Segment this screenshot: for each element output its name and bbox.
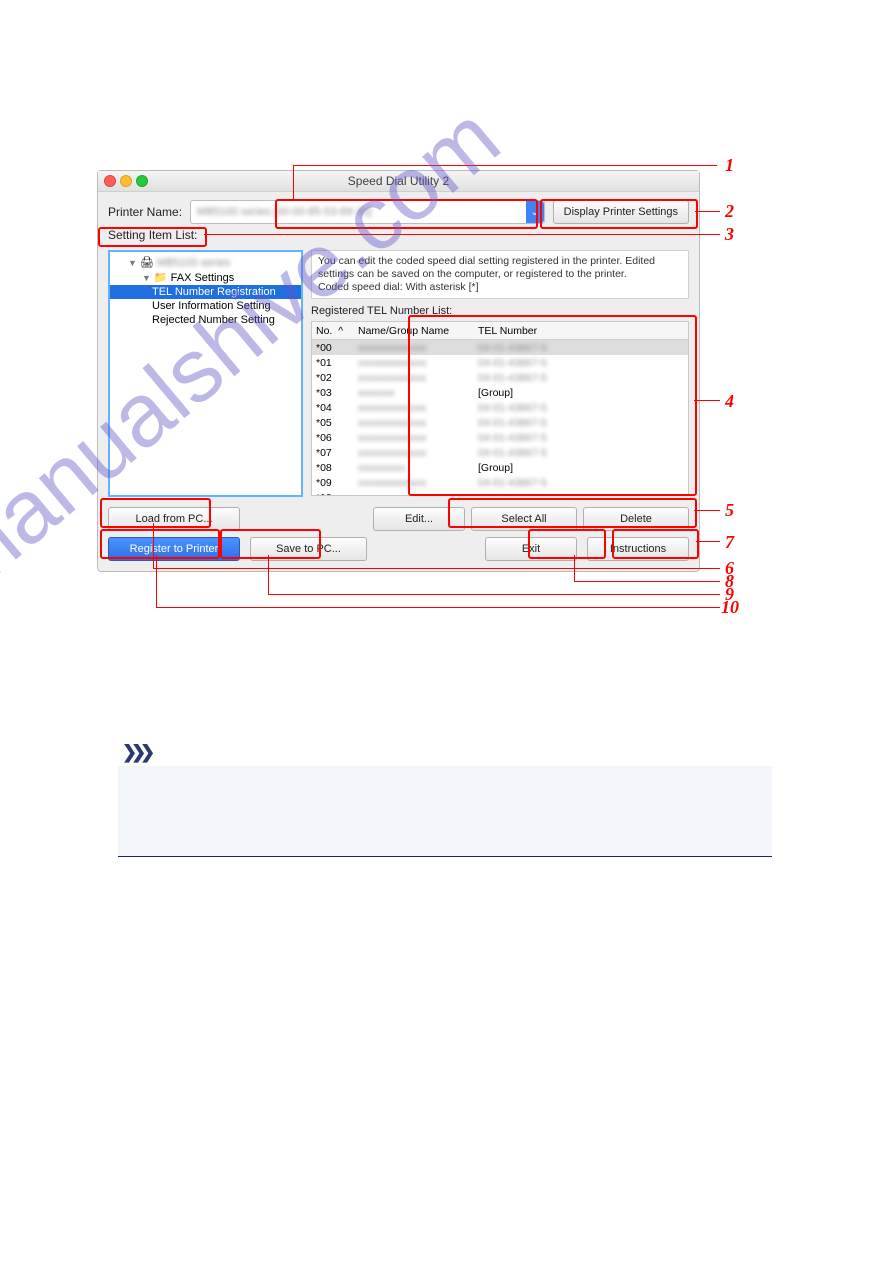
table-row[interactable]: *03xxxxxxx[Group]	[312, 385, 688, 400]
callout-number-5: 5	[725, 500, 734, 521]
printer-name-select[interactable]: MB5100 series [00-00-85-53-89-30] ⌄	[190, 200, 545, 224]
setting-item-list-label: Setting Item List:	[98, 228, 699, 246]
note-body	[118, 766, 772, 856]
app-window: Speed Dial Utility 2 Printer Name: MB510…	[97, 170, 700, 572]
note-bottom-rule	[118, 856, 772, 857]
callout-number-2: 2	[725, 201, 734, 222]
display-printer-settings-button[interactable]: Display Printer Settings	[553, 200, 689, 224]
tel-number-table[interactable]: No. ^ Name/Group Name TEL Number *00xxxx…	[311, 321, 689, 496]
table-row[interactable]: *08xxxxxxxxx[Group]	[312, 460, 688, 475]
instructions-button[interactable]: Instructions	[587, 537, 689, 561]
tree-root[interactable]: ▼🖨MB5100 series	[110, 255, 301, 270]
table-row[interactable]: *09xxxxxxxxxxxxx04-01-43867-5	[312, 475, 688, 490]
close-icon[interactable]	[104, 175, 116, 187]
callout-number-1: 1	[725, 155, 734, 176]
table-header: No. ^ Name/Group Name TEL Number	[312, 322, 688, 340]
table-row[interactable]: *04xxxxxxxxxxxxx04-01-43867-5	[312, 400, 688, 415]
tel-list-label: Registered TEL Number List:	[311, 305, 689, 317]
select-all-button[interactable]: Select All	[471, 507, 577, 531]
settings-tree[interactable]: ▼🖨MB5100 series ▼📁FAX Settings TEL Numbe…	[108, 250, 303, 497]
load-from-pc-button[interactable]: Load from PC...	[108, 507, 240, 531]
description-text: You can edit the coded speed dial settin…	[311, 250, 689, 299]
register-to-printer-button[interactable]: Register to Printer	[108, 537, 240, 561]
chevron-down-icon: ⌄	[526, 201, 544, 223]
table-row[interactable]: *07xxxxxxxxxxxxx04-01-43867-5	[312, 445, 688, 460]
note-chevron-icon: ❯❯❯	[122, 742, 149, 763]
callout-number-10: 10	[721, 597, 739, 618]
tree-tel-registration[interactable]: TEL Number Registration	[110, 285, 301, 299]
printer-name-value: MB5100 series [00-00-85-53-89-30]	[197, 206, 371, 218]
minimize-icon[interactable]	[120, 175, 132, 187]
table-row[interactable]: *02xxxxxxxxxxxxx04-01-43867-5	[312, 370, 688, 385]
window-titlebar: Speed Dial Utility 2	[98, 171, 699, 192]
traffic-lights	[104, 175, 148, 187]
tree-user-info[interactable]: User Information Setting	[110, 299, 301, 313]
zoom-icon[interactable]	[136, 175, 148, 187]
table-row[interactable]: *10	[312, 490, 688, 496]
delete-button[interactable]: Delete	[583, 507, 689, 531]
table-row[interactable]: *05xxxxxxxxxxxxx04-01-43867-5	[312, 415, 688, 430]
table-row[interactable]: *06xxxxxxxxxxxxx04-01-43867-5	[312, 430, 688, 445]
callout-number-4: 4	[725, 391, 734, 412]
table-row[interactable]: *01xxxxxxxxxxxxx04-01-43867-5	[312, 355, 688, 370]
window-title: Speed Dial Utility 2	[348, 174, 449, 188]
tree-rejected-number[interactable]: Rejected Number Setting	[110, 313, 301, 327]
exit-button[interactable]: Exit	[485, 537, 577, 561]
callout-number-3: 3	[725, 224, 734, 245]
edit-button[interactable]: Edit...	[373, 507, 465, 531]
printer-name-label: Printer Name:	[108, 205, 182, 219]
callout-number-7: 7	[725, 532, 734, 553]
tree-fax-settings[interactable]: ▼📁FAX Settings	[110, 270, 301, 285]
table-row[interactable]: *00xxxxxxxxxxxxx04-01-43867-5	[312, 340, 688, 355]
